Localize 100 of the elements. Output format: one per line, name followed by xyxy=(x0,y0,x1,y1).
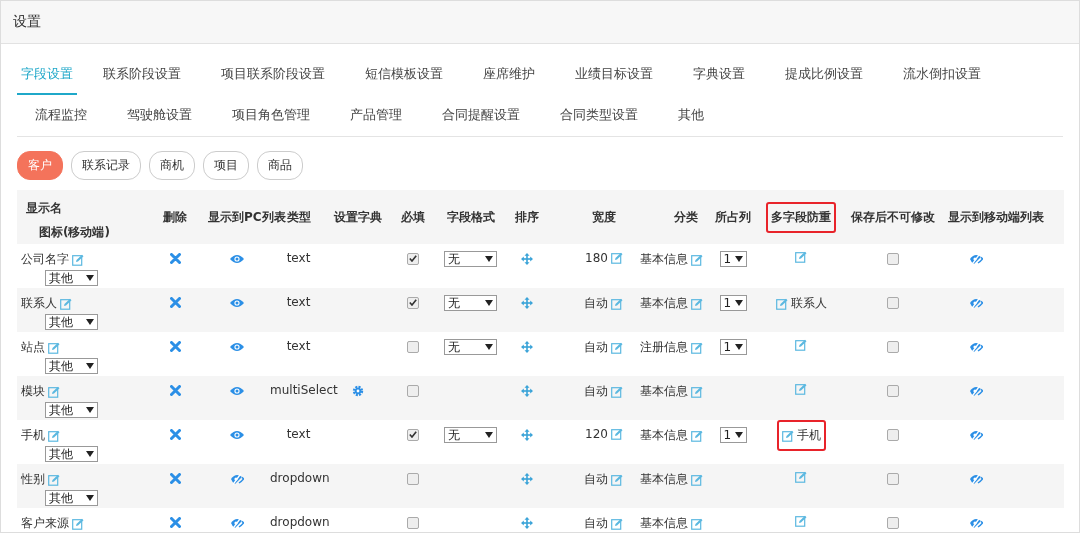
edit-icon[interactable] xyxy=(795,471,807,483)
edit-icon[interactable] xyxy=(781,429,794,442)
dropdown[interactable]: 其他 xyxy=(45,358,98,374)
move-icon[interactable] xyxy=(520,472,533,485)
edit-icon[interactable] xyxy=(611,297,623,310)
checkbox[interactable] xyxy=(407,296,419,309)
tab[interactable]: 座席维护 xyxy=(469,54,549,95)
hidden-eye-icon[interactable] xyxy=(969,252,983,265)
tab[interactable]: 字典设置 xyxy=(679,54,759,95)
edit-icon[interactable] xyxy=(611,428,623,440)
tab[interactable]: 驾驶舱设置 xyxy=(113,95,206,136)
close-icon[interactable] xyxy=(169,429,181,440)
dropdown[interactable]: 其他 xyxy=(45,270,98,286)
dropdown[interactable]: 其他 xyxy=(45,446,98,462)
tab[interactable]: 流水倒扣设置 xyxy=(889,54,995,95)
filter-tab[interactable]: 联系记录 xyxy=(71,151,141,180)
checkbox[interactable] xyxy=(407,384,419,397)
edit-icon[interactable] xyxy=(72,253,84,266)
checkbox[interactable] xyxy=(407,472,419,485)
dropdown[interactable]: 无 xyxy=(444,339,497,355)
checkbox[interactable] xyxy=(407,252,419,265)
tab[interactable]: 产品管理 xyxy=(336,95,416,136)
dropdown[interactable]: 1 xyxy=(719,339,747,355)
hidden-eye-icon[interactable] xyxy=(969,472,983,485)
tab[interactable]: 业绩目标设置 xyxy=(561,54,667,95)
tab[interactable]: 合同提醒设置 xyxy=(428,95,534,136)
checkbox[interactable] xyxy=(407,428,419,441)
dropdown[interactable]: 其他 xyxy=(45,314,98,330)
eye-icon[interactable] xyxy=(229,341,244,352)
close-icon[interactable] xyxy=(169,253,181,264)
dropdown[interactable]: 1 xyxy=(719,295,747,311)
edit-icon[interactable] xyxy=(611,252,623,264)
edit-icon[interactable] xyxy=(691,253,703,266)
checkbox[interactable] xyxy=(887,340,899,353)
edit-icon[interactable] xyxy=(48,385,60,398)
filter-tab[interactable]: 项目 xyxy=(203,151,249,180)
edit-icon[interactable] xyxy=(775,297,788,310)
tab[interactable]: 短信模板设置 xyxy=(351,54,457,95)
tab[interactable]: 项目角色管理 xyxy=(218,95,324,136)
tab[interactable]: 其他 xyxy=(664,95,718,136)
dropdown[interactable]: 无 xyxy=(444,295,497,311)
eye-icon[interactable] xyxy=(229,297,244,308)
checkbox[interactable] xyxy=(887,472,899,485)
edit-icon[interactable] xyxy=(611,341,623,354)
edit-icon[interactable] xyxy=(611,517,623,530)
gear-icon[interactable] xyxy=(352,384,364,397)
filter-tab[interactable]: 商机 xyxy=(149,151,195,180)
filter-tab[interactable]: 商品 xyxy=(257,151,303,180)
dropdown[interactable]: 其他 xyxy=(45,490,98,506)
dropdown[interactable]: 其他 xyxy=(45,402,98,418)
edit-icon[interactable] xyxy=(691,341,703,354)
edit-icon[interactable] xyxy=(48,429,60,442)
hidden-eye-icon[interactable] xyxy=(969,340,983,353)
close-icon[interactable] xyxy=(169,341,181,352)
eye-icon[interactable] xyxy=(229,253,244,264)
eye-icon[interactable] xyxy=(229,429,244,440)
move-icon[interactable] xyxy=(520,296,533,309)
edit-icon[interactable] xyxy=(691,385,703,398)
tab[interactable]: 流程监控 xyxy=(21,95,101,136)
tab[interactable]: 合同类型设置 xyxy=(546,95,652,136)
edit-icon[interactable] xyxy=(48,341,60,354)
checkbox[interactable] xyxy=(887,252,899,265)
checkbox[interactable] xyxy=(887,296,899,309)
close-icon[interactable] xyxy=(169,385,181,396)
move-icon[interactable] xyxy=(520,340,533,353)
close-icon[interactable] xyxy=(169,473,181,484)
edit-icon[interactable] xyxy=(72,517,84,530)
edit-icon[interactable] xyxy=(795,515,807,527)
move-icon[interactable] xyxy=(520,384,533,397)
hidden-eye-icon[interactable] xyxy=(969,384,983,397)
close-icon[interactable] xyxy=(169,517,181,528)
move-icon[interactable] xyxy=(520,428,533,441)
move-icon[interactable] xyxy=(520,516,533,529)
dropdown[interactable]: 无 xyxy=(444,251,497,267)
dropdown[interactable]: 无 xyxy=(444,427,497,443)
edit-icon[interactable] xyxy=(795,383,807,395)
edit-icon[interactable] xyxy=(795,339,807,351)
checkbox[interactable] xyxy=(887,384,899,397)
edit-icon[interactable] xyxy=(48,473,60,486)
hidden-eye-icon[interactable] xyxy=(969,516,983,529)
tab[interactable]: 联系阶段设置 xyxy=(89,54,195,95)
checkbox[interactable] xyxy=(407,516,419,529)
close-icon[interactable] xyxy=(169,297,181,308)
edit-icon[interactable] xyxy=(611,385,623,398)
edit-icon[interactable] xyxy=(691,517,703,530)
edit-icon[interactable] xyxy=(60,297,72,310)
edit-icon[interactable] xyxy=(691,297,703,310)
edit-icon[interactable] xyxy=(691,429,703,442)
edit-icon[interactable] xyxy=(795,251,807,263)
dropdown[interactable]: 1 xyxy=(719,251,747,267)
tab[interactable]: 提成比例设置 xyxy=(771,54,877,95)
checkbox[interactable] xyxy=(407,340,419,353)
edit-icon[interactable] xyxy=(691,473,703,486)
tab[interactable]: 项目联系阶段设置 xyxy=(207,54,339,95)
hidden-eye-icon[interactable] xyxy=(229,472,244,485)
move-icon[interactable] xyxy=(520,252,533,265)
hidden-eye-icon[interactable] xyxy=(229,516,244,529)
checkbox[interactable] xyxy=(887,428,899,441)
dropdown[interactable]: 1 xyxy=(719,427,747,443)
hidden-eye-icon[interactable] xyxy=(969,428,983,441)
